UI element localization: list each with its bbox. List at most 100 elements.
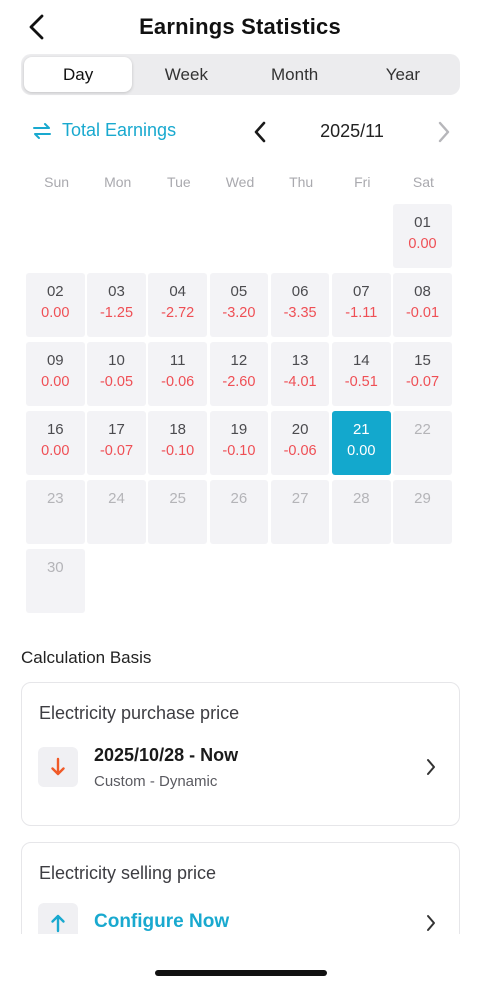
home-indicator[interactable] [155,970,327,976]
calendar-day-13[interactable]: 13 -4.01 [270,342,330,406]
day-number: 11 [169,352,186,369]
day-earnings: -2.72 [161,305,195,321]
tab-week[interactable]: Week [132,57,240,92]
total-earnings-toggle[interactable]: Total Earnings [32,120,176,141]
calendar-day-26[interactable]: 26 [209,480,269,544]
tab-year[interactable]: Year [349,57,457,92]
day-number: 02 [46,283,64,300]
day-number: 16 [46,421,64,438]
calendar-day-22[interactable]: 22 [393,411,452,475]
day-number: 10 [108,352,125,369]
calendar-day-21[interactable]: 21 0.00 [332,411,391,475]
calendar-day-25[interactable]: 25 [148,480,207,544]
day-number: 22 [414,421,431,438]
weekday-label: Sun [44,174,70,190]
page-title: Earnings Statistics [139,14,341,39]
calendar-day-03[interactable]: 03 -1.25 [87,273,146,337]
total-earnings-label: Total Earnings [62,120,177,140]
day-number: 20 [291,421,309,438]
day-number: 29 [414,490,431,507]
calendar-day-24[interactable]: 24 [87,480,146,544]
calendar-day-10[interactable]: 10 -0.05 [87,342,146,406]
calendar-toolbar: Total Earnings 2025/11 [0,112,480,152]
section-title: Calculation Basis [21,648,152,667]
calendar-day-20[interactable]: 20 -0.06 [270,411,330,475]
calendar-day-04[interactable]: 04 -2.72 [148,273,207,337]
previous-month-button[interactable] [248,120,272,144]
day-earnings: -0.07 [99,443,134,459]
calendar-day-17[interactable]: 17 -0.07 [87,411,146,475]
day-number: 23 [46,490,64,507]
calendar-day-14[interactable]: 14 -0.51 [332,342,391,406]
day-number: 19 [230,421,248,438]
calendar-day-06[interactable]: 06 -3.35 [270,273,330,337]
weekday-label: Fri [354,174,371,190]
purchase-mode: Custom - Dynamic [94,773,218,790]
calendar-day-08[interactable]: 08 -0.01 [393,273,452,337]
purchase-price-row[interactable]: 2025/10/28 - Now Custom - Dynamic [38,745,441,791]
day-earnings: -1.25 [99,305,134,321]
period-tabs: Day Week Month Year [21,54,460,95]
day-earnings: -3.20 [222,305,256,321]
swap-arrows-icon [33,122,51,139]
calendar-day-09[interactable]: 09 0.00 [26,342,85,406]
calendar-day-12[interactable]: 12 -2.60 [209,342,269,406]
calendar-day-30[interactable]: 30 [26,549,85,613]
day-earnings: 0.00 [41,374,70,390]
day-number: 17 [108,421,125,438]
tab-day[interactable]: Day [24,57,133,92]
calendar-day-23[interactable]: 23 [26,480,85,544]
chevron-left-icon [254,121,266,143]
calendar-day-16[interactable]: 16 0.00 [26,411,85,475]
calendar-day-29[interactable]: 29 [393,480,452,544]
calendar-day-18[interactable]: 18 -0.10 [148,411,207,475]
day-number: 27 [291,490,309,507]
day-number: 07 [352,283,370,300]
day-number: 12 [230,352,248,369]
day-earnings: 0.00 [347,443,376,459]
day-earnings: -0.51 [344,374,378,390]
calendar-day-19[interactable]: 19 -0.10 [209,411,269,475]
configure-now-link[interactable]: Configure Now [94,911,229,933]
day-earnings: -0.06 [283,443,317,459]
day-number: 15 [414,352,431,369]
weekday-label: Mon [104,174,132,190]
day-number: 28 [352,490,370,507]
calendar-day-05[interactable]: 05 -3.20 [209,273,269,337]
day-earnings: -0.05 [99,374,134,390]
chevron-right-icon [438,121,450,143]
day-number: 26 [230,490,248,507]
day-number: 08 [414,283,431,300]
chevron-right-icon [421,757,441,777]
calendar-day-27[interactable]: 27 [270,480,330,544]
day-earnings: -2.60 [222,374,256,390]
tab-month[interactable]: Month [241,57,349,92]
next-month-button[interactable] [432,120,456,144]
day-number: 14 [352,352,370,369]
day-earnings: -0.10 [222,443,256,459]
calendar-day-01[interactable]: 01 0.00 [393,204,452,268]
weekday-label: Wed [225,174,255,190]
day-number: 03 [108,283,125,300]
day-earnings: -0.10 [161,443,195,459]
weekday-label: Tue [167,174,191,190]
day-number: 06 [291,283,309,300]
calendar-day-11[interactable]: 11 -0.06 [148,342,207,406]
weekday-header: Sun Mon Tue Wed Thu Fri Sat [26,174,454,190]
day-earnings: -0.06 [161,374,195,390]
day-number: 30 [46,559,64,576]
day-number: 21 [352,421,370,438]
chevron-right-icon [421,913,441,933]
day-number: 09 [46,352,64,369]
weekday-label: Sat [412,174,434,190]
day-number: 24 [108,490,125,507]
calendar-day-15[interactable]: 15 -0.07 [393,342,452,406]
purchase-price-card: Electricity purchase price 2025/10/28 - … [21,682,460,826]
purchase-period: 2025/10/28 - Now [94,745,239,765]
day-number: 25 [169,490,187,507]
weekday-label: Thu [289,174,314,190]
calendar-day-02[interactable]: 02 0.00 [26,273,85,337]
calendar-day-07[interactable]: 07 -1.11 [332,273,391,337]
day-number: 18 [169,421,187,438]
calendar-day-28[interactable]: 28 [332,480,391,544]
